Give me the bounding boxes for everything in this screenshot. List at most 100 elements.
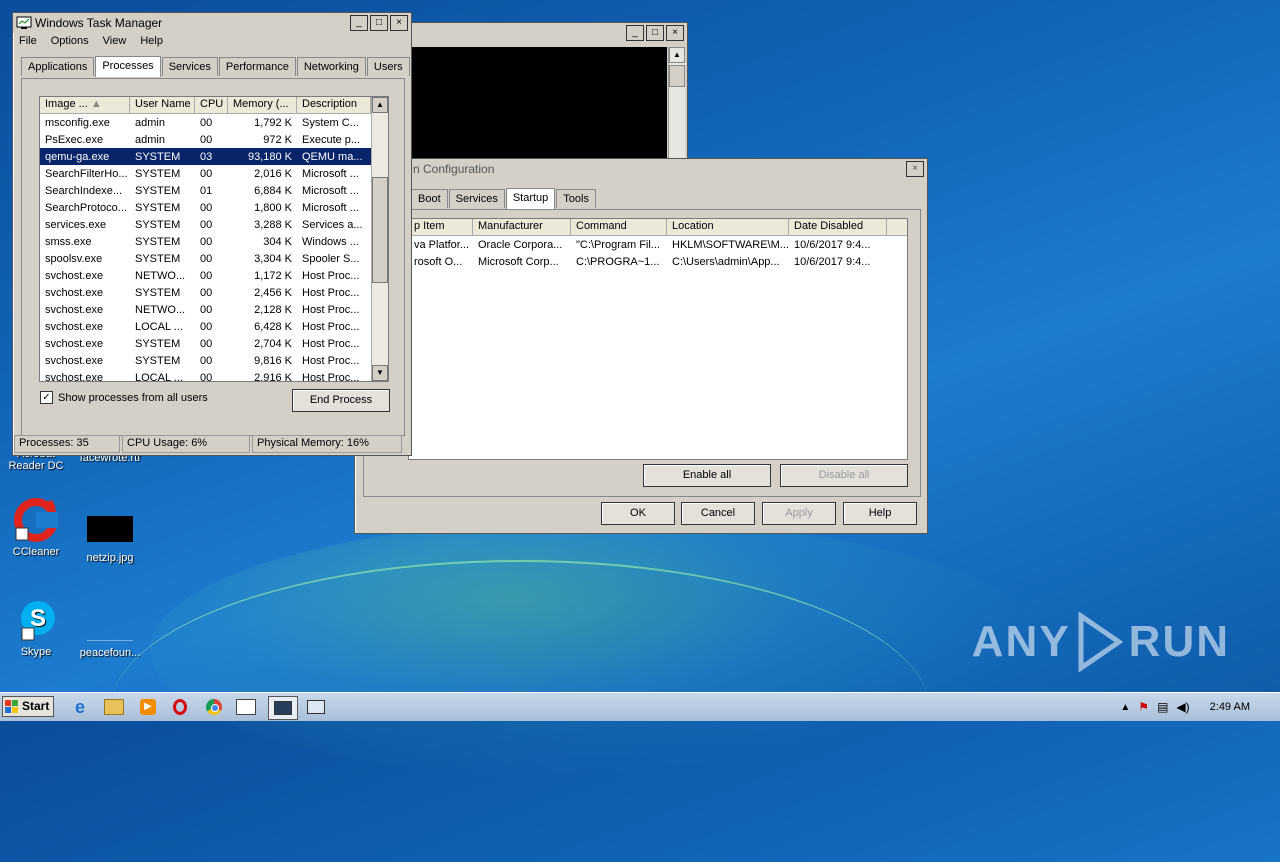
status-memory: Physical Memory: 16% xyxy=(252,435,402,453)
tab-startup[interactable]: Startup xyxy=(505,188,556,209)
desktop-icon-netzip[interactable]: netzip.jpg xyxy=(70,516,150,564)
minimize-icon[interactable]: _ xyxy=(350,15,368,31)
process-row[interactable]: smss.exe SYSTEM 00 304 K Windows ... xyxy=(40,233,388,250)
cell-cpu: 00 xyxy=(200,354,213,367)
col-user-name[interactable]: User Name xyxy=(130,97,195,113)
process-row[interactable]: svchost.exe LOCAL ... 00 2,916 K Host Proc..… xyxy=(40,369,388,382)
scroll-thumb[interactable] xyxy=(669,65,685,87)
process-row[interactable]: svchost.exe SYSTEM 00 2,704 K Host Proc... xyxy=(40,335,388,352)
desktop-icon-peacefoun[interactable]: peacefoun... xyxy=(70,614,150,659)
taskbar-msconfig[interactable] xyxy=(302,696,330,718)
cell-memory: 1,800 K xyxy=(254,201,292,214)
cancel-button[interactable]: Cancel xyxy=(681,502,755,525)
action-center-icon[interactable]: ⚑ xyxy=(1138,700,1149,714)
close-icon[interactable]: × xyxy=(666,25,684,41)
process-row[interactable]: svchost.exe SYSTEM 00 9,816 K Host Proc... xyxy=(40,352,388,369)
process-row[interactable]: SearchIndexe... SYSTEM 01 6,884 K Microsoft … xyxy=(40,182,388,199)
maximize-icon[interactable]: □ xyxy=(646,25,664,41)
console-scrollbar[interactable]: ▲ xyxy=(668,47,685,159)
clock[interactable]: 2:49 AM xyxy=(1210,701,1250,713)
col-description[interactable]: Description xyxy=(297,97,371,113)
process-row[interactable]: spoolsv.exe SYSTEM 00 3,304 K Spooler S... xyxy=(40,250,388,267)
process-row[interactable]: qemu-ga.exe SYSTEM 03 93,180 K QEMU ma... xyxy=(40,148,388,165)
taskbar-chrome[interactable] xyxy=(200,696,228,718)
cell-memory: 3,304 K xyxy=(254,252,292,265)
process-row[interactable]: PsExec.exe admin 00 972 K Execute p... xyxy=(40,131,388,148)
desktop-icon-ccleaner[interactable]: CCleaner xyxy=(0,498,76,558)
col-memory[interactable]: Memory (... xyxy=(228,97,297,113)
tab-applications[interactable]: Applications xyxy=(21,57,95,76)
col-location[interactable]: Location xyxy=(667,219,789,235)
scroll-down-icon[interactable]: ▼ xyxy=(372,365,388,381)
apply-button[interactable]: Apply xyxy=(762,502,836,525)
minimize-icon[interactable]: _ xyxy=(626,25,644,41)
scroll-up-icon[interactable]: ▲ xyxy=(372,97,388,113)
network-icon[interactable]: ▤ xyxy=(1157,700,1168,714)
tab-tools[interactable]: Tools xyxy=(556,189,596,208)
show-all-users[interactable]: ✓ Show processes from all users xyxy=(40,391,208,404)
menu-options[interactable]: Options xyxy=(51,35,89,47)
col-date-disabled[interactable]: Date Disabled xyxy=(789,219,887,235)
process-list[interactable]: Image ... ▲ User Name CPU Memory (... De… xyxy=(39,96,389,382)
tab-processes[interactable]: Processes xyxy=(95,56,161,77)
startup-row[interactable]: rosoft O... Microsoft Corp... C:\PROGRA~1.… xyxy=(409,253,907,270)
tab-networking[interactable]: Networking xyxy=(296,57,366,76)
msconfig-tabs: Boot Services Startup Tools xyxy=(411,187,597,209)
cell-user-name: SYSTEM xyxy=(135,218,181,231)
enable-all-button[interactable]: Enable all xyxy=(643,464,771,487)
process-row[interactable]: svchost.exe SYSTEM 00 2,456 K Host Proc... xyxy=(40,284,388,301)
maximize-icon[interactable]: □ xyxy=(370,15,388,31)
close-icon[interactable]: × xyxy=(906,161,924,177)
msconfig-window[interactable]: n Configuration × Boot Services Startup … xyxy=(354,158,928,534)
volume-icon[interactable]: ◀) xyxy=(1176,700,1189,714)
menu-view[interactable]: View xyxy=(103,35,127,47)
close-icon[interactable]: × xyxy=(390,15,408,31)
show-all-checkbox[interactable]: ✓ xyxy=(40,391,53,404)
scroll-thumb[interactable] xyxy=(372,177,388,283)
process-scrollbar[interactable]: ▲ ▼ xyxy=(371,97,388,381)
process-row[interactable]: svchost.exe LOCAL ... 00 6,428 K Host Proc..… xyxy=(40,318,388,335)
process-row[interactable]: SearchProtoco... SYSTEM 00 1,800 K Microsoft… xyxy=(40,199,388,216)
process-row[interactable]: msconfig.exe admin 00 1,792 K System C... xyxy=(40,114,388,131)
cell-cpu: 00 xyxy=(200,218,213,231)
scroll-up-icon[interactable]: ▲ xyxy=(669,47,685,63)
msconfig-titlebar[interactable]: n Configuration × xyxy=(355,159,927,179)
process-row[interactable]: svchost.exe NETWO... 00 2,128 K Host Proc... xyxy=(40,301,388,318)
col-cpu[interactable]: CPU xyxy=(195,97,228,113)
process-row[interactable]: services.exe SYSTEM 00 3,288 K Services a... xyxy=(40,216,388,233)
tab-users[interactable]: Users xyxy=(366,57,410,76)
menu-file[interactable]: File xyxy=(19,35,37,47)
taskmgr-app-icon xyxy=(16,16,32,29)
start-button[interactable]: Start xyxy=(2,696,54,717)
ok-button[interactable]: OK xyxy=(601,502,675,525)
col-manufacturer[interactable]: Manufacturer xyxy=(473,219,571,235)
taskbar-explorer[interactable] xyxy=(100,696,128,718)
taskbar-ie[interactable]: e xyxy=(66,696,94,718)
menu-bar: File Options View Help xyxy=(13,33,411,49)
startup-list[interactable]: p Item Manufacturer Command Location Dat… xyxy=(408,218,908,460)
col-startup-item[interactable]: p Item xyxy=(409,219,473,235)
process-row[interactable]: svchost.exe NETWO... 00 1,172 K Host Proc... xyxy=(40,267,388,284)
tab-services[interactable]: Services xyxy=(448,189,505,208)
col-image-name[interactable]: Image ... ▲ xyxy=(40,97,130,113)
col-command[interactable]: Command xyxy=(571,219,667,235)
tab-services[interactable]: Services xyxy=(161,57,218,76)
cell-image-name: svchost.exe xyxy=(45,320,104,333)
taskmgr-titlebar[interactable]: Windows Task Manager _ □ × xyxy=(13,13,411,33)
tab-boot[interactable]: Boot xyxy=(411,189,448,208)
disable-all-button[interactable]: Disable all xyxy=(780,464,908,487)
menu-help[interactable]: Help xyxy=(140,35,163,47)
process-row[interactable]: SearchFilterHo... SYSTEM 00 2,016 K Microsof… xyxy=(40,165,388,182)
taskbar-cmd[interactable] xyxy=(232,696,260,718)
taskbar-media-player[interactable]: ▶ xyxy=(134,696,162,718)
desktop-icon-skype[interactable]: S Skype xyxy=(0,598,76,658)
end-process-button[interactable]: End Process xyxy=(292,389,390,412)
tab-performance[interactable]: Performance xyxy=(218,57,296,76)
help-button[interactable]: Help xyxy=(843,502,917,525)
taskmgr-window[interactable]: Windows Task Manager _ □ × File Options … xyxy=(12,12,412,456)
startup-row[interactable]: va Platfor... Oracle Corpora... "C:\Progra… xyxy=(409,236,907,253)
taskbar-opera[interactable] xyxy=(166,696,194,718)
taskbar-taskmgr[interactable] xyxy=(268,696,298,720)
show-hidden-icons[interactable]: ▲ xyxy=(1120,702,1130,713)
taskmgr-tabs: Applications Processes Services Performa… xyxy=(13,55,411,77)
